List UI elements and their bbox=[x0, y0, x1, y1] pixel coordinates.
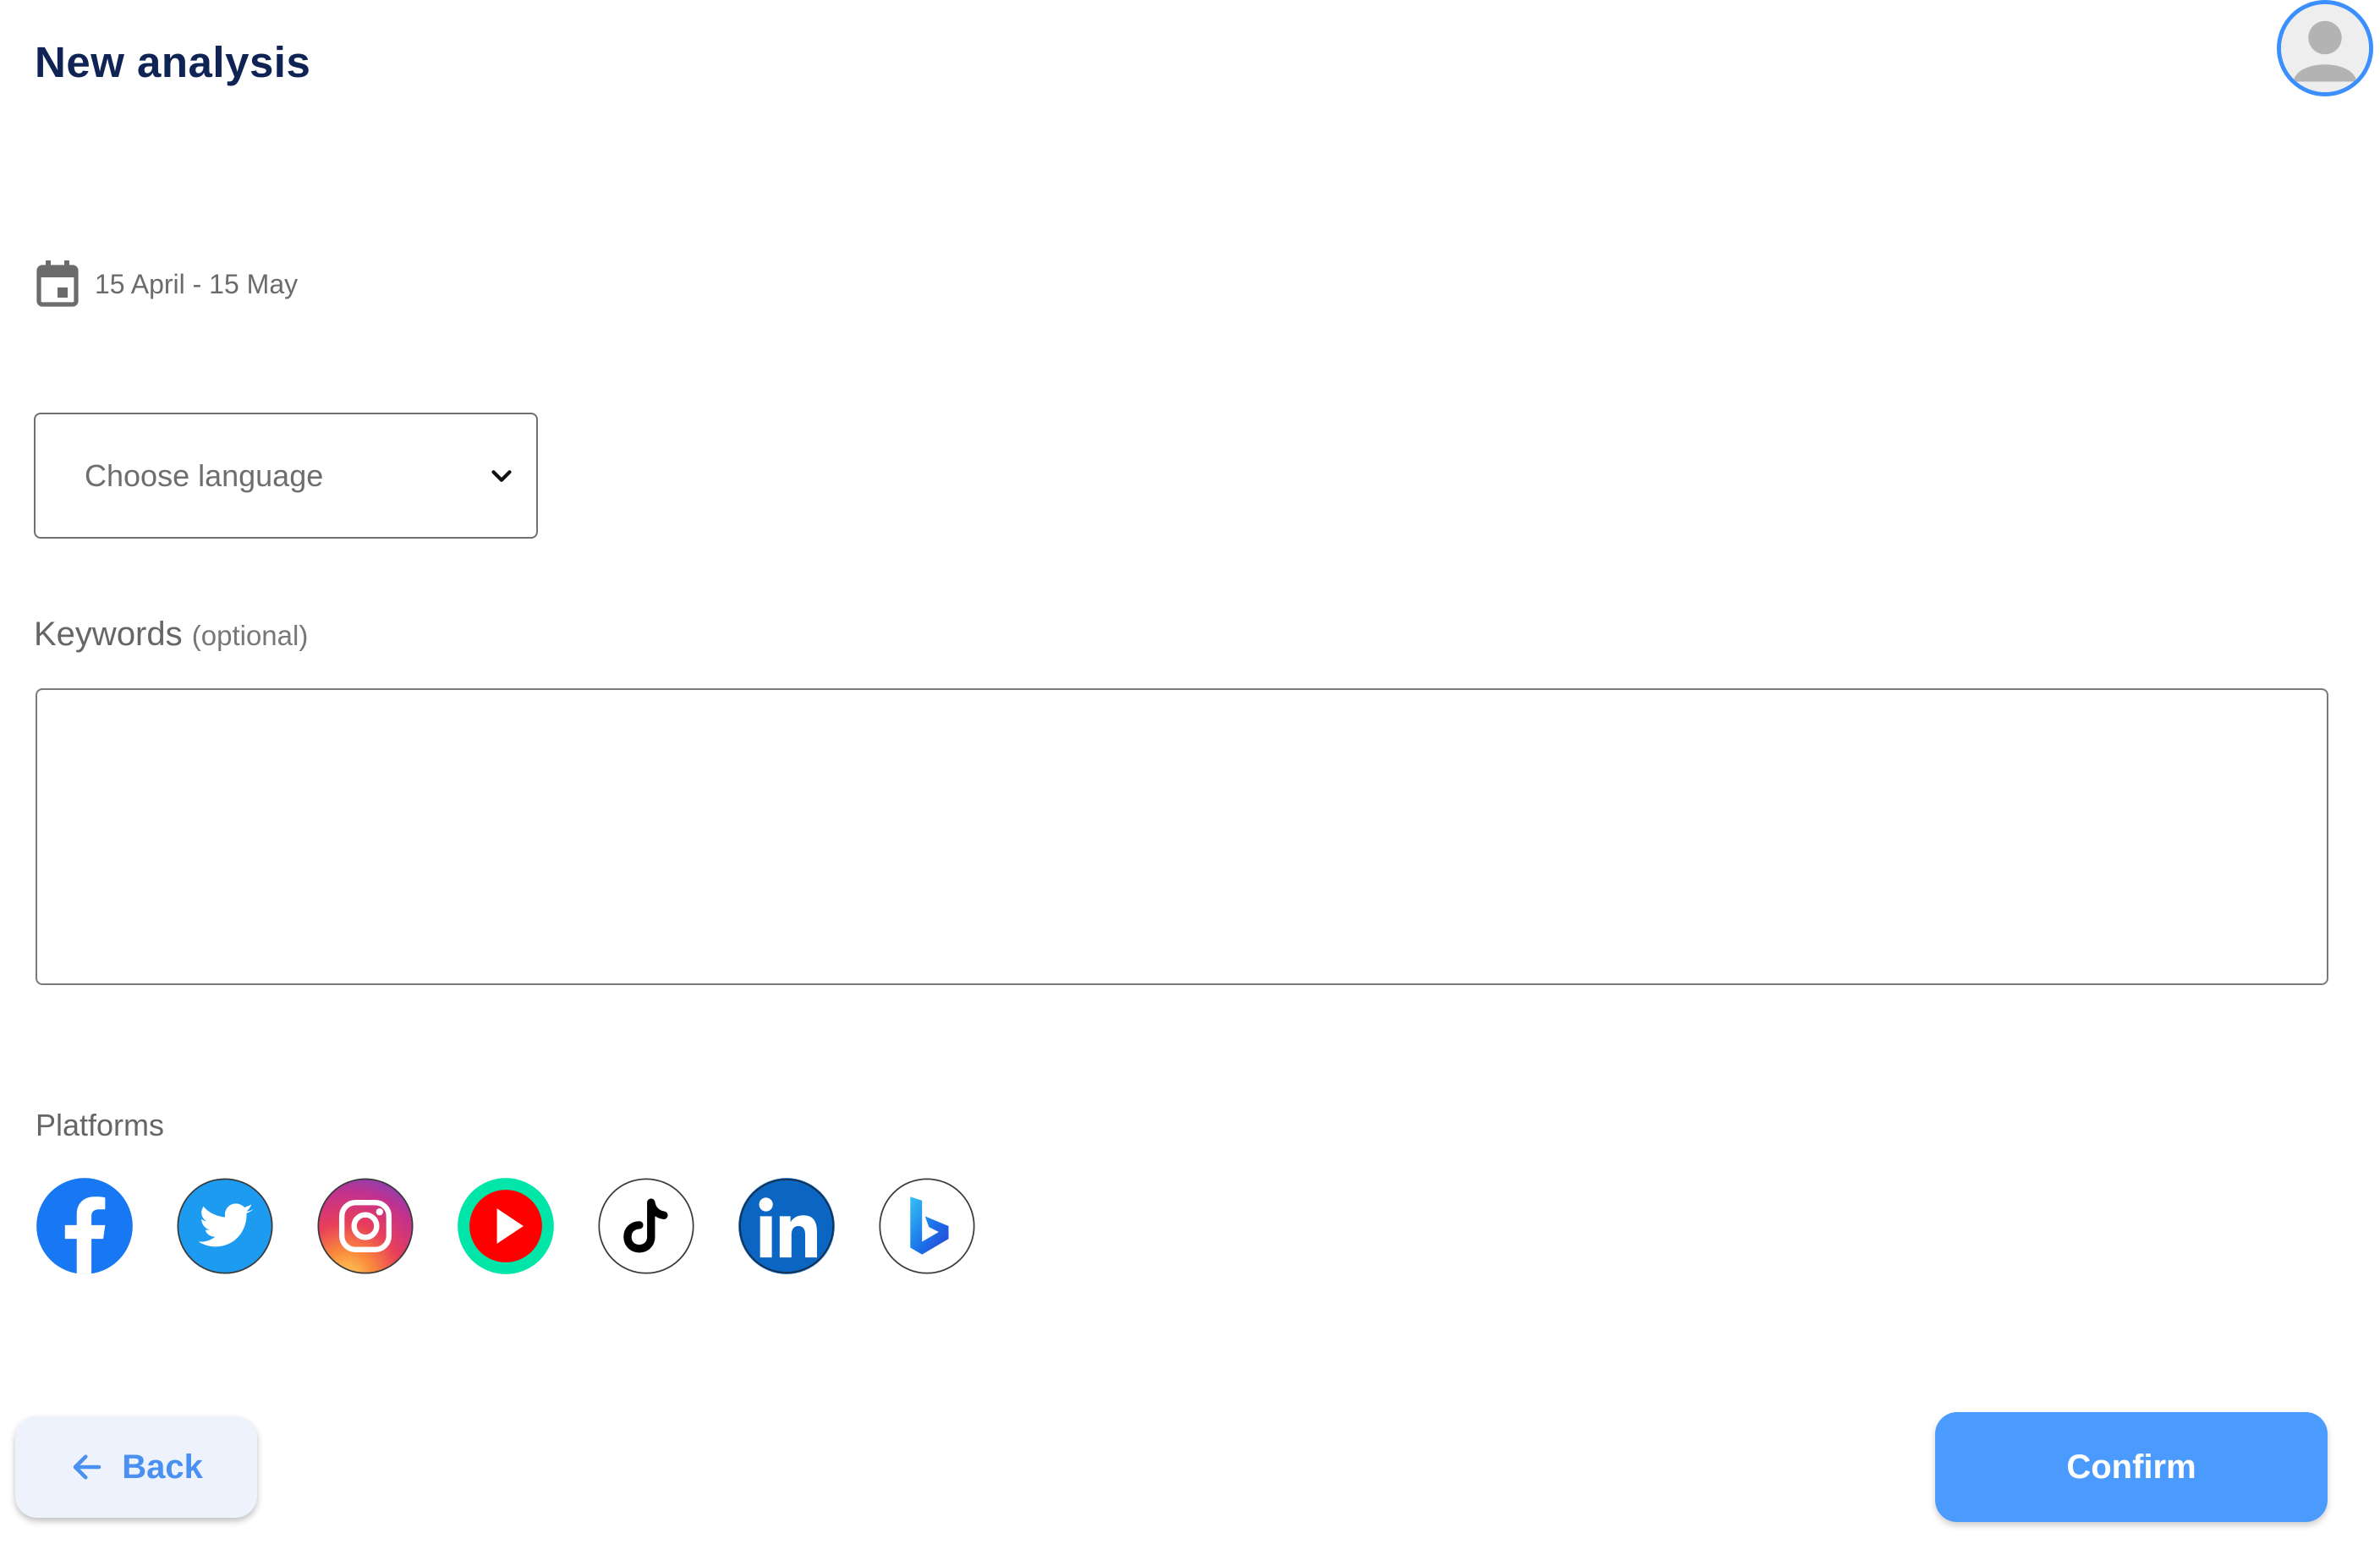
platform-tiktok[interactable] bbox=[597, 1177, 695, 1275]
user-icon bbox=[2281, 4, 2369, 92]
platforms-label: Platforms bbox=[36, 1108, 165, 1142]
platform-bing[interactable] bbox=[878, 1177, 976, 1275]
date-range[interactable]: 15 April - 15 May bbox=[36, 259, 298, 309]
back-button[interactable]: Back bbox=[15, 1416, 257, 1518]
keywords-label-text: Keywords bbox=[34, 616, 183, 653]
platform-instagram[interactable] bbox=[316, 1177, 414, 1275]
instagram-icon bbox=[317, 1178, 414, 1274]
keywords-input[interactable] bbox=[36, 688, 2328, 985]
arrow-left-icon bbox=[73, 1454, 101, 1480]
user-avatar[interactable] bbox=[2277, 0, 2373, 96]
keywords-optional-hint: (optional) bbox=[191, 620, 309, 651]
platform-linkedin[interactable] bbox=[738, 1177, 836, 1275]
confirm-button-label: Confirm bbox=[2066, 1448, 2196, 1486]
bing-icon bbox=[879, 1178, 975, 1274]
calendar-icon bbox=[36, 260, 79, 307]
language-placeholder: Choose language bbox=[85, 458, 324, 493]
back-button-label: Back bbox=[122, 1448, 203, 1486]
chevron-down-icon bbox=[491, 470, 512, 482]
tiktok-icon bbox=[598, 1178, 694, 1274]
youtube-icon bbox=[458, 1178, 554, 1274]
language-select[interactable]: Choose language bbox=[34, 413, 538, 539]
confirm-button[interactable]: Confirm bbox=[1935, 1412, 2328, 1522]
platform-facebook[interactable] bbox=[36, 1177, 134, 1275]
linkedin-icon bbox=[738, 1178, 835, 1274]
keywords-label: Keywords (optional) bbox=[34, 616, 308, 654]
platform-youtube[interactable] bbox=[457, 1177, 555, 1275]
facebook-icon bbox=[36, 1178, 133, 1274]
date-range-text: 15 April - 15 May bbox=[95, 268, 299, 299]
platform-twitter[interactable] bbox=[176, 1177, 274, 1275]
page-title: New analysis bbox=[35, 38, 311, 86]
twitter-icon bbox=[177, 1178, 273, 1274]
